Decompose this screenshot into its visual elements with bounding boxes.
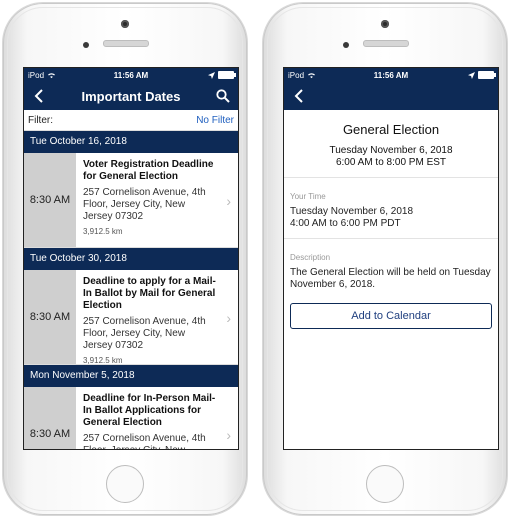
your-time-range: 4:00 AM to 6:00 PM PDT xyxy=(290,218,401,229)
status-bar: iPod 11:56 AM xyxy=(24,68,238,82)
event-row[interactable]: 8:30 AM Voter Registration Deadline for … xyxy=(24,153,238,248)
top-bar: iPod 11:56 AM Important Dates xyxy=(24,68,238,110)
divider xyxy=(284,238,498,239)
event-info: Deadline for In-Person Mail-In Ballot Ap… xyxy=(76,387,238,449)
event-time: 8:30 AM xyxy=(24,387,76,449)
left-screen: iPod 11:56 AM Important Dates Filter: No… xyxy=(23,67,239,450)
event-row[interactable]: 8:30 AM Deadline to apply for a Mail-In … xyxy=(24,270,238,365)
event-time: 8:30 AM xyxy=(24,270,76,364)
carrier-label: iPod xyxy=(28,70,45,80)
detail-title: General Election xyxy=(342,122,440,137)
event-time: 8:30 AM xyxy=(24,153,76,247)
back-button[interactable] xyxy=(290,87,308,105)
event-info: Deadline to apply for a Mail-In Ballot b… xyxy=(76,270,238,365)
front-camera xyxy=(121,20,129,28)
nav-bar: Important Dates xyxy=(24,82,238,110)
earpiece-speaker xyxy=(363,40,409,47)
back-button[interactable] xyxy=(30,87,48,105)
your-time-label: Your Time xyxy=(290,192,326,201)
description-text: The General Election will be held on Tue… xyxy=(290,267,491,290)
location-arrow-icon xyxy=(208,71,215,79)
status-time: 11:56 AM xyxy=(373,70,409,80)
wifi-icon xyxy=(48,72,56,78)
detail-date-time: 6:00 AM to 8:00 PM EST xyxy=(335,157,447,168)
nav-bar xyxy=(284,82,498,110)
chevron-left-icon xyxy=(294,89,303,103)
event-title: Deadline for In-Person Mail-In Ballot Ap… xyxy=(83,393,216,428)
front-camera xyxy=(381,20,389,28)
right-phone-frame: iPod 11:56 AM General Election Tuesday N… xyxy=(263,3,507,515)
right-screen: iPod 11:56 AM General Election Tuesday N… xyxy=(283,67,499,450)
battery-icon xyxy=(218,71,236,79)
search-icon xyxy=(216,89,230,103)
date-section-header: Tue October 30, 2018 xyxy=(24,248,238,270)
filter-label: Filter: xyxy=(28,114,53,126)
chevron-left-icon xyxy=(34,89,43,103)
status-left: iPod xyxy=(288,71,316,80)
your-time-value: Tuesday November 6, 2018 4:00 AM to 6:00… xyxy=(290,206,492,230)
page-title: Important Dates xyxy=(81,88,181,104)
sensor-dot xyxy=(343,42,349,48)
top-bar: iPod 11:56 AM xyxy=(284,68,498,110)
status-time: 11:56 AM xyxy=(113,70,149,80)
your-time-day: Tuesday November 6, 2018 xyxy=(290,206,414,217)
filter-row: Filter: No Filter xyxy=(24,110,238,131)
battery-icon xyxy=(478,71,496,79)
carrier-label: iPod xyxy=(288,70,305,80)
date-section-header: Mon November 5, 2018 xyxy=(24,365,238,387)
event-address: 257 Cornelison Avenue, 4th Floor, Jersey… xyxy=(83,433,206,449)
home-button[interactable] xyxy=(366,465,404,503)
event-address: 257 Cornelison Avenue, 4th Floor, Jersey… xyxy=(83,316,206,351)
earpiece-speaker xyxy=(103,40,149,47)
left-phone-frame: iPod 11:56 AM Important Dates Filter: No… xyxy=(3,3,247,515)
filter-select[interactable]: No Filter xyxy=(196,115,234,126)
event-distance: 3,912.5 km xyxy=(83,227,123,236)
event-title: Deadline to apply for a Mail-In Ballot b… xyxy=(83,276,216,311)
date-section-header: Tue October 16, 2018 xyxy=(24,131,238,153)
detail-date-day: Tuesday November 6, 2018 xyxy=(329,145,453,156)
divider xyxy=(284,177,498,178)
status-right xyxy=(208,71,236,79)
description-label: Description xyxy=(290,253,331,262)
chevron-right-icon: › xyxy=(226,193,231,209)
chevron-right-icon: › xyxy=(226,427,231,443)
event-row[interactable]: 8:30 AM Deadline for In-Person Mail-In B… xyxy=(24,387,238,449)
chevron-right-icon: › xyxy=(226,310,231,326)
status-right xyxy=(468,71,496,79)
status-bar: iPod 11:56 AM xyxy=(284,68,498,82)
location-arrow-icon xyxy=(468,71,475,79)
detail-date: Tuesday November 6, 2018 6:00 AM to 8:00… xyxy=(290,145,492,169)
sensor-dot xyxy=(83,42,89,48)
add-to-calendar-button[interactable]: Add to Calendar xyxy=(290,303,492,329)
event-info: Voter Registration Deadline for General … xyxy=(76,153,238,247)
event-distance: 3,912.5 km xyxy=(83,356,123,365)
event-detail: General Election Tuesday November 6, 201… xyxy=(284,110,498,341)
event-title: Voter Registration Deadline for General … xyxy=(83,159,214,182)
home-button[interactable] xyxy=(106,465,144,503)
event-address: 257 Cornelison Avenue, 4th Floor, Jersey… xyxy=(83,187,206,222)
wifi-icon xyxy=(308,72,316,78)
search-button[interactable] xyxy=(214,87,232,105)
status-left: iPod xyxy=(28,71,56,80)
